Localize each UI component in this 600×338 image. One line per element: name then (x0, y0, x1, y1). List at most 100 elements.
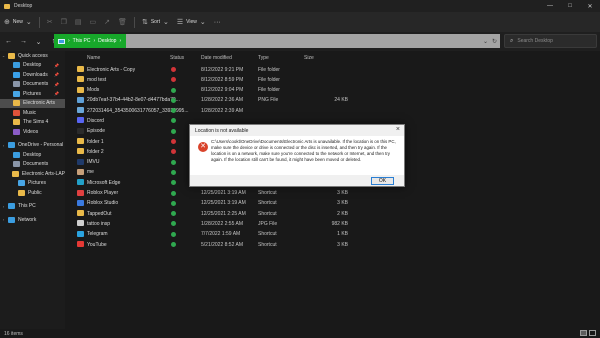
error-icon: ✕ (198, 142, 208, 152)
sort-button[interactable]: ⇅ Sort ⌄ (138, 15, 173, 29)
delete-button[interactable]: 🗑 (114, 15, 131, 29)
column-size[interactable]: Size (304, 55, 314, 61)
music-icon (13, 109, 20, 116)
nav-item-downloads[interactable]: Downloads 📌 (0, 70, 65, 80)
sync-ok-icon (171, 211, 176, 217)
file-date-modified: 1/28/2022 2:55 AM (201, 220, 243, 227)
nav-item-electronic-arts[interactable]: Electronic Arts (0, 98, 65, 108)
nav-item-desktop[interactable]: Desktop 📌 (0, 61, 65, 71)
file-type: Shortcut (258, 241, 277, 248)
window-controls: — □ ✕ (540, 0, 600, 12)
pin-icon: 📌 (54, 72, 59, 78)
view-button[interactable]: ☰ View ⌄ (173, 15, 210, 29)
file-row[interactable]: Roblox Studio 12/25/2021 3:19 AM Shortcut 3… (66, 198, 600, 208)
expand-chevron-icon[interactable]: › (1, 217, 6, 222)
address-bar[interactable]: › This PC › Desktop › ⌄ ↻ (54, 34, 500, 48)
network-icon (8, 216, 15, 223)
file-row[interactable]: mod test 8/12/2022 8:59 PM File folder (66, 74, 600, 84)
file-row[interactable]: YouTube 5/21/2022 8:52 AM Shortcut 3 KB (66, 239, 600, 249)
nav-item-electronic-arts-lap[interactable]: Electronic Arts-LAP (0, 169, 65, 179)
nav-item-label: Music (23, 109, 37, 116)
ok-button[interactable]: OK (371, 177, 394, 185)
nav-item-documents[interactable]: Documents (0, 160, 65, 170)
file-name: Roblox Studio (87, 200, 119, 207)
sync-ok-icon (171, 190, 176, 196)
refresh-button[interactable]: ↻ (492, 38, 497, 45)
nav-item-onedrive-personal[interactable]: › OneDrive - Personal (0, 141, 65, 151)
maximize-button[interactable]: □ (560, 0, 580, 12)
file-name: Telegram (87, 231, 108, 238)
chevron-down-icon: ⌄ (199, 19, 206, 26)
nav-item-label: Pictures (23, 90, 42, 97)
file-row[interactable]: Electronic Arts - Copy 8/12/2022 9:21 PM F… (66, 64, 600, 74)
nav-item-quick-access[interactable]: ⌄ Quick access (0, 51, 65, 61)
breadcrumb-desktop[interactable]: Desktop (98, 38, 116, 44)
toolbar-divider (133, 16, 135, 28)
column-type[interactable]: Type (258, 55, 269, 61)
paste-button[interactable]: ▤ (71, 15, 86, 29)
file-row[interactable]: Telegram 7/7/2022 1:59 AM Shortcut 1 KB (66, 229, 600, 239)
folder-icon (77, 86, 84, 93)
file-name: 20db7eaf-37b4-44b2-8e07-d4477bda70... (87, 97, 180, 104)
nav-item-public[interactable]: Public (0, 188, 65, 198)
file-type: JPG File (258, 220, 278, 227)
back-button[interactable]: ← (2, 35, 15, 48)
roblox-icon (77, 189, 84, 196)
nav-item-this-pc[interactable]: › This PC (0, 202, 65, 212)
nav-item-pictures[interactable]: Pictures 📌 (0, 89, 65, 99)
sync-ok-icon (171, 118, 176, 124)
file-row[interactable]: tattoo insp 1/28/2022 2:55 AM JPG File 982 … (66, 218, 600, 228)
nav-item-label: Electronic Arts (23, 100, 55, 107)
file-row[interactable]: Mods 8/12/2022 9:04 PM File folder (66, 85, 600, 95)
recent-locations-button[interactable]: ⌄ (32, 35, 45, 48)
nav-item-network[interactable]: › Network (0, 215, 65, 225)
rename-button[interactable]: ▭ (86, 15, 101, 29)
file-row[interactable]: TappedOut 12/25/2021 2:25 AM Shortcut 2 KB (66, 208, 600, 218)
file-size: 1 KB (337, 231, 348, 238)
nav-item-desktop[interactable]: Desktop (0, 150, 65, 160)
nav-item-the-sims-4[interactable]: The Sims 4 (0, 118, 65, 128)
file-name: folder 1 (87, 138, 104, 145)
copy-button[interactable]: ❐ (57, 15, 71, 29)
app-icon (77, 127, 84, 134)
large-icons-view-button[interactable] (589, 330, 596, 336)
dialog-close-button[interactable]: × (396, 126, 400, 133)
search-box[interactable]: ⌕ Search Desktop (504, 34, 597, 48)
file-row[interactable]: 272031464_3543500631776057_33939995... 1/… (66, 105, 600, 115)
nav-item-documents[interactable]: Documents 📌 (0, 80, 65, 90)
expand-chevron-icon[interactable]: › (1, 143, 6, 148)
nav-item-label: OneDrive - Personal (18, 142, 64, 149)
expand-chevron-icon[interactable]: ⌄ (1, 53, 6, 58)
nav-item-music[interactable]: Music (0, 108, 65, 118)
minimize-button[interactable]: — (540, 0, 560, 12)
folder-icon (11, 170, 19, 177)
details-view-button[interactable] (580, 330, 587, 336)
share-button[interactable]: ↗ (100, 15, 114, 29)
file-name: Microsoft Edge (87, 179, 121, 186)
column-date-modified[interactable]: Date modified (201, 55, 232, 61)
column-name[interactable]: Name (87, 55, 100, 61)
nav-item-videos[interactable]: Videos (0, 127, 65, 137)
file-size: 24 KB (334, 97, 348, 104)
more-options-button[interactable]: ··· (210, 15, 225, 29)
arrow-right-icon: → (20, 38, 27, 45)
new-button[interactable]: ⊕ New ⌄ (0, 15, 36, 29)
file-row[interactable]: 20db7eaf-37b4-44b2-8e07-d4477bda70... 1/2… (66, 95, 600, 105)
cut-button[interactable]: ✂ (43, 15, 57, 29)
breadcrumb-this-pc[interactable]: This PC (73, 38, 91, 44)
sync-ok-icon (171, 200, 176, 206)
nav-item-label: Network (18, 216, 37, 223)
close-window-button[interactable]: ✕ (580, 0, 600, 12)
file-date-modified: 12/25/2021 3:19 AM (201, 200, 246, 207)
nav-item-pictures[interactable]: Pictures (0, 179, 65, 189)
file-row[interactable]: Roblox Player 12/25/2021 3:19 AM Shortcut 3… (66, 188, 600, 198)
search-input[interactable]: Search Desktop (517, 38, 553, 44)
expand-chevron-icon[interactable]: › (1, 204, 6, 209)
forward-button[interactable]: → (17, 35, 30, 48)
file-name: Episode (87, 128, 106, 135)
computer-icon (8, 203, 15, 210)
column-status[interactable]: Status (170, 55, 184, 61)
view-switcher (580, 330, 596, 336)
address-history-button[interactable]: ⌄ (483, 38, 488, 45)
sync-ok-icon (171, 87, 176, 93)
